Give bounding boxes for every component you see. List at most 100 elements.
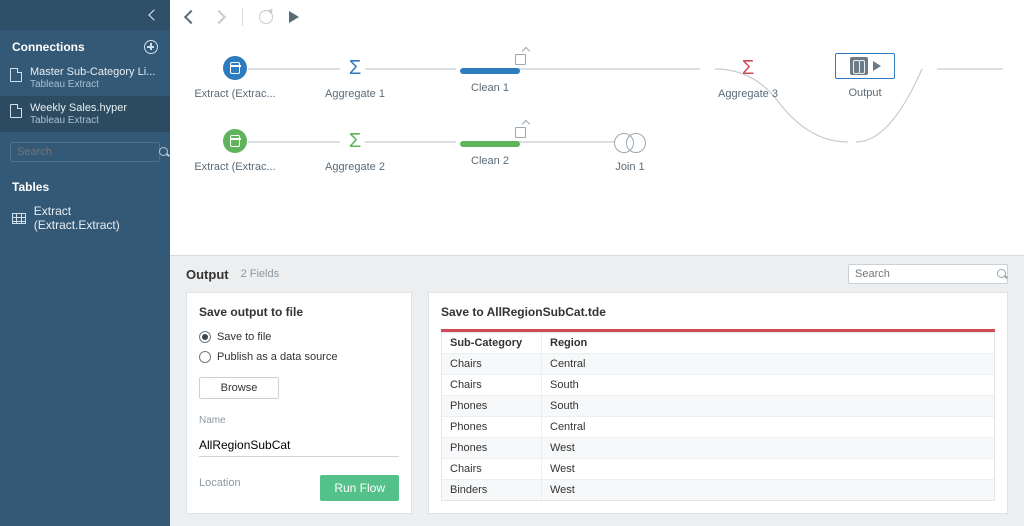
connection-type: Tableau Extract (30, 79, 155, 90)
radio-save-to-file[interactable]: Save to file (199, 331, 399, 343)
sigma-icon: Σ (343, 129, 367, 153)
node-label: Clean 2 (445, 155, 535, 167)
sigma-icon: Σ (343, 56, 367, 80)
radio-label: Save to file (217, 331, 271, 343)
run-button[interactable] (283, 6, 305, 28)
sigma-icon: Σ (736, 56, 760, 80)
node-label: Clean 1 (445, 82, 535, 94)
node-join-1[interactable]: Join 1 (585, 129, 675, 173)
radio-icon (199, 351, 211, 363)
clean-icon (460, 68, 520, 74)
cell-region: West (542, 438, 600, 458)
save-output-title: Save output to file (199, 305, 399, 319)
table-row[interactable]: ChairsSouth (442, 375, 994, 396)
cell-sub-category: Binders (442, 480, 542, 500)
node-label: Output (820, 87, 910, 99)
location-label: Location (199, 477, 241, 489)
output-title: Output (186, 267, 229, 282)
node-extract-2[interactable]: Extract (Extrac... (190, 129, 280, 173)
col-sub-category[interactable]: Sub-Category (442, 333, 542, 353)
node-label: Aggregate 2 (310, 161, 400, 173)
col-region[interactable]: Region (542, 333, 600, 353)
table-row[interactable]: ChairsWest (442, 459, 994, 480)
table-icon (12, 213, 26, 223)
separator (242, 8, 243, 26)
cell-region: Central (542, 417, 600, 437)
arrow-left-icon (184, 10, 198, 24)
connection-type: Tableau Extract (30, 115, 127, 126)
field-count: 2 Fields (241, 268, 280, 280)
cell-sub-category: Chairs (442, 375, 542, 395)
cell-sub-category: Chairs (442, 354, 542, 374)
node-label: Extract (Extrac... (190, 161, 280, 173)
preview-table: Sub-Category Region ChairsCentralChairsS… (441, 332, 995, 501)
forward-button (208, 6, 230, 28)
table-row[interactable]: PhonesWest (442, 438, 994, 459)
bottom-search-input[interactable] (855, 268, 997, 280)
name-label: Name (199, 415, 399, 426)
chevron-left-icon (148, 9, 159, 20)
browse-button[interactable]: Browse (199, 377, 279, 399)
cell-sub-category: Phones (442, 417, 542, 437)
radio-icon (199, 331, 211, 343)
node-aggregate-2[interactable]: Σ Aggregate 2 (310, 129, 400, 173)
save-preview-pane: Save to AllRegionSubCat.tde Sub-Category… (428, 292, 1008, 514)
arrow-right-icon (212, 10, 226, 24)
run-flow-button[interactable]: Run Flow (320, 475, 399, 501)
radio-publish[interactable]: Publish as a data source (199, 351, 399, 363)
refresh-icon (259, 10, 273, 24)
table-row[interactable]: ChairsCentral (442, 354, 994, 375)
node-output[interactable]: Output (820, 53, 910, 99)
output-panel: Output 2 Fields Save output to file Save… (170, 255, 1024, 526)
tables-label: Tables (0, 172, 170, 198)
sidebar-search[interactable] (10, 142, 160, 162)
table-row[interactable]: PhonesCentral (442, 417, 994, 438)
node-aggregate-1[interactable]: Σ Aggregate 1 (310, 56, 400, 100)
sidebar-search-input[interactable] (17, 146, 159, 158)
name-input[interactable] (199, 434, 399, 457)
extract-icon (223, 56, 247, 80)
connection-item[interactable]: Master Sub-Category Li... Tableau Extrac… (0, 60, 170, 96)
document-icon (10, 68, 22, 82)
save-output-pane: Save output to file Save to file Publish… (186, 292, 412, 514)
cell-region: South (542, 396, 600, 416)
cell-region: South (542, 375, 600, 395)
output-icon (835, 53, 895, 79)
cell-region: West (542, 480, 600, 500)
back-button[interactable] (180, 6, 202, 28)
table-row[interactable]: PhonesSouth (442, 396, 994, 417)
connection-name: Weekly Sales.hyper (30, 102, 127, 114)
cell-sub-category: Phones (442, 396, 542, 416)
refresh-button[interactable] (255, 6, 277, 28)
connections-label: Connections (12, 40, 85, 54)
table-header-row: Sub-Category Region (442, 332, 994, 354)
flow-canvas[interactable]: Extract (Extrac... Σ Aggregate 1 Clean 1… (170, 34, 1024, 255)
node-label: Aggregate 3 (703, 88, 793, 100)
node-clean-1[interactable]: Clean 1 (445, 56, 535, 94)
join-icon (614, 133, 646, 153)
connection-item[interactable]: Weekly Sales.hyper Tableau Extract (0, 96, 170, 132)
save-to-title: Save to AllRegionSubCat.tde (441, 305, 995, 319)
node-label: Extract (Extrac... (190, 88, 280, 100)
connection-name: Master Sub-Category Li... (30, 66, 155, 78)
node-aggregate-3[interactable]: Σ Aggregate 3 (703, 56, 793, 100)
table-row[interactable]: BindersWest (442, 480, 994, 500)
node-clean-2[interactable]: Clean 2 (445, 129, 535, 167)
node-extract-1[interactable]: Extract (Extrac... (190, 56, 280, 100)
cell-sub-category: Chairs (442, 459, 542, 479)
extract-icon (223, 129, 247, 153)
clean-icon (460, 141, 520, 147)
cell-region: Central (542, 354, 600, 374)
bottom-search[interactable] (848, 264, 1008, 284)
add-connection-button[interactable] (144, 40, 158, 54)
search-icon (997, 269, 1001, 279)
sidebar-collapse-button[interactable] (0, 0, 170, 30)
sidebar: Connections Master Sub-Category Li... Ta… (0, 0, 170, 526)
table-item[interactable]: Extract (Extract.Extract) (0, 198, 170, 238)
document-icon (10, 104, 22, 118)
cell-sub-category: Phones (442, 438, 542, 458)
toolbar (170, 0, 1024, 34)
node-label: Aggregate 1 (310, 88, 400, 100)
table-name: Extract (Extract.Extract) (34, 204, 158, 232)
cell-region: West (542, 459, 600, 479)
